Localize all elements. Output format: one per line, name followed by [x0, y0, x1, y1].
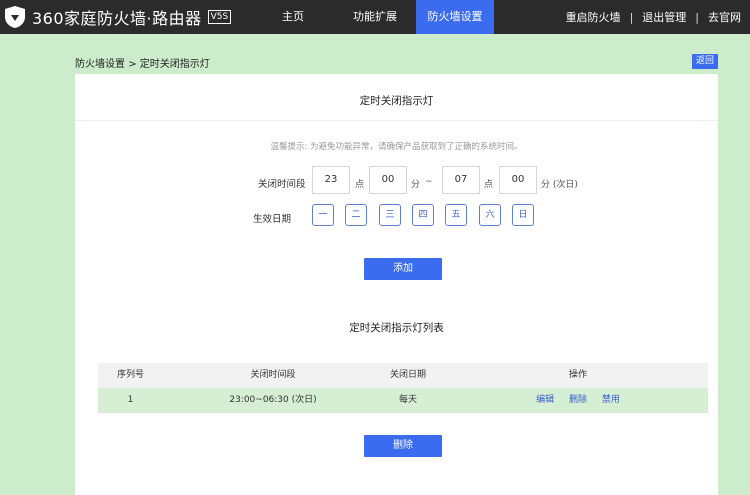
hour-unit: 点	[355, 180, 365, 190]
delete-button[interactable]: 删除	[364, 435, 442, 457]
day-sun[interactable]: 日	[512, 204, 534, 226]
row-period: 23:00~06:30 (次日)	[229, 395, 317, 405]
end-minute-input[interactable]: 00	[499, 166, 537, 194]
nav-home[interactable]: 主页	[268, 0, 318, 34]
day-tue[interactable]: 二	[345, 204, 367, 226]
logo[interactable]: 360家庭防火墙·路由器 V5S	[4, 5, 232, 29]
list-title: 定时关闭指示灯列表	[349, 322, 444, 334]
header-date: 关闭日期	[389, 370, 426, 380]
panel-title: 定时关闭指示灯	[75, 74, 718, 121]
end-hour-input[interactable]: 07	[442, 166, 480, 194]
breadcrumb-parent[interactable]: 防火墙设置	[75, 59, 125, 70]
row-actions: 编辑 删除 禁用	[518, 388, 638, 413]
header-actions: 重启防火墙 | 退出管理 | 去官网	[557, 0, 750, 34]
minute-unit: 分	[411, 180, 421, 190]
start-minute-input[interactable]: 00	[369, 166, 407, 194]
table-header: 序列号 关闭时间段 关闭日期 操作	[98, 363, 708, 388]
edit-link[interactable]: 编辑	[536, 395, 554, 405]
nav-extensions[interactable]: 功能扩展	[344, 0, 406, 34]
shield-logo-icon	[5, 6, 25, 28]
effective-days-label: 生效日期	[253, 214, 292, 225]
table-row: 1 23:00~06:30 (次日) 每天 编辑 删除 禁用	[98, 388, 708, 413]
day-thu[interactable]: 四	[412, 204, 434, 226]
range-separator: ~	[425, 177, 433, 187]
day-fri[interactable]: 五	[445, 204, 467, 226]
logo-text: 360家庭防火墙·路由器	[32, 9, 202, 28]
logout-link[interactable]: 退出管理	[633, 9, 695, 25]
top-navigation-bar: 360家庭防火墙·路由器 V5S 主页 功能扩展 防火墙设置 重启防火墙 | 退…	[0, 0, 750, 34]
minute-next-day-unit: 分 (次日)	[541, 180, 578, 190]
row-index: 1	[127, 395, 134, 405]
model-badge: V5S	[207, 10, 232, 24]
back-button[interactable]: 返回	[692, 54, 718, 69]
time-period-label: 关闭时间段	[258, 179, 306, 190]
hour-unit: 点	[484, 180, 494, 190]
delete-link[interactable]: 删除	[569, 395, 587, 405]
restart-firewall-link[interactable]: 重启防火墙	[557, 9, 630, 25]
main-panel: 定时关闭指示灯 温馨提示: 为避免功能异常，请确保产品获取到了正确的系统时间。 …	[75, 74, 718, 495]
day-sat[interactable]: 六	[479, 204, 501, 226]
nav-firewall-settings[interactable]: 防火墙设置	[416, 0, 494, 34]
disable-link[interactable]: 禁用	[602, 395, 620, 405]
header-index: 序列号	[116, 370, 144, 380]
day-wed[interactable]: 三	[379, 204, 401, 226]
schedule-table: 序列号 关闭时间段 关闭日期 操作 1 23:00~06:30 (次日) 每天 …	[98, 363, 708, 413]
row-date: 每天	[398, 395, 417, 405]
breadcrumb-separator: >	[128, 59, 137, 70]
breadcrumb-current: 定时关闭指示灯	[139, 59, 210, 70]
day-mon[interactable]: 一	[312, 204, 334, 226]
add-button[interactable]: 添加	[364, 258, 442, 280]
breadcrumb: 防火墙设置 > 定时关闭指示灯	[75, 55, 210, 70]
header-actions: 操作	[568, 370, 587, 380]
start-hour-input[interactable]: 23	[312, 166, 350, 194]
official-site-link[interactable]: 去官网	[699, 9, 750, 25]
hint-text: 温馨提示: 为避免功能异常，请确保产品获取到了正确的系统时间。	[270, 142, 523, 152]
header-period: 关闭时间段	[250, 370, 296, 380]
